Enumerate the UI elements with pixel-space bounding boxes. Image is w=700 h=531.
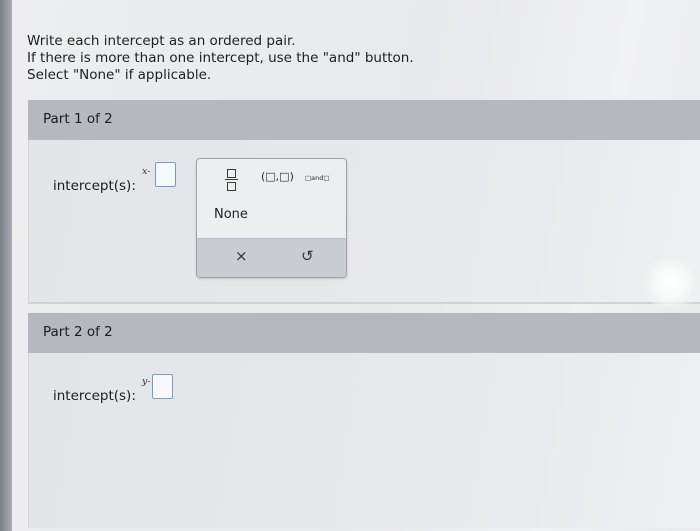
and-button[interactable]: □and□ — [305, 174, 330, 182]
part-1-header: Part 1 of 2 — [28, 100, 700, 140]
undo-icon[interactable]: ↺ — [301, 247, 314, 265]
instructions: Write each intercept as an ordered pair.… — [27, 33, 414, 84]
ordered-pair-button[interactable]: (□,□) — [261, 170, 294, 183]
math-keypad: (□,□) □and□ None × ↺ — [196, 158, 347, 278]
instruction-line-3: Select "None" if applicable. — [27, 67, 212, 83]
x-intercept-answer-box[interactable] — [155, 162, 176, 187]
part-2-title: Part 2 of 2 — [43, 324, 113, 340]
part-2-body: y- intercept(s): — [28, 353, 700, 528]
x-variable-label: x- — [142, 166, 151, 177]
part-1-title: Part 1 of 2 — [43, 111, 113, 127]
instruction-line-2: If there is more than one intercept, use… — [27, 50, 414, 66]
question-page: Write each intercept as an ordered pair.… — [12, 0, 700, 531]
fraction-icon[interactable] — [225, 168, 239, 192]
x-intercept-label: intercept(s): — [53, 178, 136, 194]
part-1-body: x- intercept(s): — [28, 140, 700, 304]
y-intercept-label: intercept(s): — [53, 388, 136, 404]
instruction-line-1: Write each intercept as an ordered pair. — [27, 33, 296, 49]
keypad-footer: × ↺ — [197, 238, 346, 277]
part-2-header: Part 2 of 2 — [28, 313, 700, 353]
none-button[interactable]: None — [214, 207, 248, 222]
screen-glare — [640, 258, 700, 308]
y-variable-label: y- — [142, 376, 151, 387]
window-edge — [0, 0, 12, 531]
y-intercept-answer-box[interactable] — [152, 374, 173, 399]
clear-icon[interactable]: × — [235, 247, 248, 265]
